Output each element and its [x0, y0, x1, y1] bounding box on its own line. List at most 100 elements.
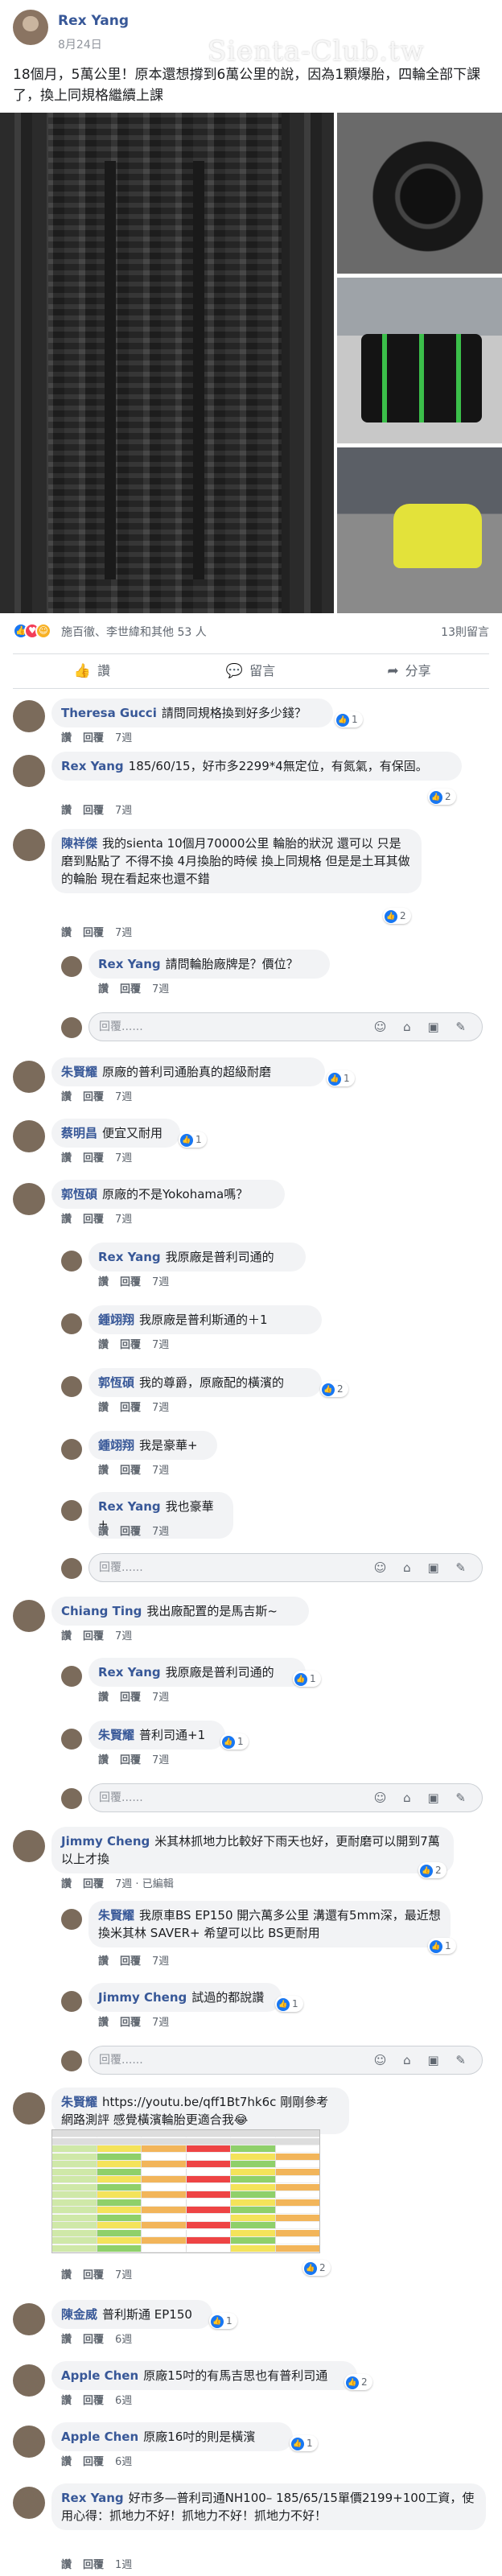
- commenter-avatar[interactable]: [13, 1183, 45, 1215]
- reply-avatar[interactable]: [61, 956, 82, 977]
- commenter-name[interactable]: Rex Yang: [61, 759, 124, 773]
- comment-reaction-badge[interactable]: 👍 1: [290, 2435, 318, 2451]
- comment-reaction-badge[interactable]: 👍 2: [383, 908, 411, 924]
- comment-reply-link[interactable]: 回覆: [83, 2269, 104, 2281]
- share-button[interactable]: ➦ 分享: [330, 654, 488, 688]
- reply-like-link[interactable]: 讚: [98, 1276, 109, 1288]
- reply-reply-link[interactable]: 回覆: [120, 1339, 141, 1351]
- reply-reply-link[interactable]: 回覆: [120, 1465, 141, 1477]
- commenter-avatar[interactable]: [13, 2303, 45, 2335]
- reply-like-link[interactable]: 讚: [98, 983, 109, 995]
- reply-reaction-badge[interactable]: 👍 1: [275, 1996, 303, 2012]
- comment-time[interactable]: 6週: [115, 2395, 132, 2407]
- reply-avatar[interactable]: [61, 1909, 82, 1930]
- reply-name[interactable]: 鍾翊翔: [98, 1313, 134, 1327]
- input-icons[interactable]: ☺ ⌂ ▣ ✎: [374, 1784, 472, 1811]
- reply-avatar[interactable]: [61, 1666, 82, 1687]
- reply-name[interactable]: Jimmy Cheng: [98, 1990, 187, 2005]
- comment-like-link[interactable]: 讚: [61, 2559, 72, 2571]
- comment-time[interactable]: 6週: [115, 2334, 132, 2346]
- comment-like-link[interactable]: 讚: [61, 1214, 72, 1226]
- comment-time[interactable]: 7週 · 已編輯: [115, 1878, 174, 1890]
- tire-comparison-image[interactable]: [51, 2129, 320, 2253]
- reply-avatar[interactable]: [61, 1500, 82, 1521]
- input-icons[interactable]: ☺ ⌂ ▣ ✎: [374, 1013, 472, 1041]
- commenter-avatar[interactable]: [13, 755, 45, 787]
- reply-reply-link[interactable]: 回覆: [120, 1956, 141, 1968]
- reply-name[interactable]: Rex Yang: [98, 1499, 161, 1514]
- commenter-name[interactable]: 蔡明昌: [61, 1126, 97, 1140]
- comment-reply-link[interactable]: 回覆: [83, 2395, 104, 2407]
- reply-input[interactable]: 回覆...... ☺ ⌂ ▣ ✎: [88, 1012, 483, 1041]
- commenter-name[interactable]: 陳祥傑: [61, 836, 97, 851]
- reply-like-link[interactable]: 讚: [98, 1956, 109, 1968]
- comment-count[interactable]: 13則留言: [441, 624, 489, 640]
- commenter-avatar[interactable]: [13, 700, 45, 732]
- comment-reply-link[interactable]: 回覆: [83, 732, 104, 744]
- comment-like-link[interactable]: 讚: [61, 1091, 72, 1103]
- comment-reply-link[interactable]: 回覆: [83, 1152, 104, 1164]
- commenter-avatar[interactable]: [13, 2487, 45, 2519]
- reply-reply-link[interactable]: 回覆: [120, 2017, 141, 2029]
- comment-like-link[interactable]: 讚: [61, 2456, 72, 2468]
- commenter-avatar[interactable]: [13, 1600, 45, 1632]
- comment-reaction-badge[interactable]: 👍 1: [335, 711, 363, 727]
- reply-reaction-badge[interactable]: 👍 1: [220, 1733, 249, 1750]
- comment-like-link[interactable]: 讚: [61, 927, 72, 939]
- photo-spare-tire[interactable]: [337, 113, 502, 274]
- reply-reply-link[interactable]: 回覆: [120, 1754, 141, 1766]
- reply-like-link[interactable]: 讚: [98, 2017, 109, 2029]
- comment-like-link[interactable]: 讚: [61, 2334, 72, 2346]
- reply-reply-link[interactable]: 回覆: [120, 983, 141, 995]
- comment-reaction-badge[interactable]: 👍 2: [428, 789, 456, 805]
- commenter-name[interactable]: 陳金威: [61, 2307, 97, 2322]
- reply-time[interactable]: 7週: [152, 1276, 169, 1288]
- commenter-avatar[interactable]: [13, 829, 45, 861]
- reply-input[interactable]: 回覆...... ☺ ⌂ ▣ ✎: [88, 1553, 483, 1582]
- comment-time[interactable]: 7週: [115, 1214, 132, 1226]
- reply-avatar[interactable]: [61, 1251, 82, 1272]
- reply-like-link[interactable]: 讚: [98, 1465, 109, 1477]
- reply-avatar[interactable]: [61, 1729, 82, 1750]
- comment-like-link[interactable]: 讚: [61, 1152, 72, 1164]
- reply-time[interactable]: 7週: [152, 983, 169, 995]
- photo-tire-tread[interactable]: [0, 113, 334, 613]
- reply-name[interactable]: Rex Yang: [98, 1250, 161, 1264]
- comment-reaction-badge[interactable]: 👍 2: [344, 2374, 372, 2390]
- commenter-avatar[interactable]: [13, 2364, 45, 2397]
- commenter-name[interactable]: Apple Chen: [61, 2368, 138, 2383]
- comment-reply-link[interactable]: 回覆: [83, 1091, 104, 1103]
- reply-avatar[interactable]: [61, 1991, 82, 2012]
- commenter-avatar[interactable]: [13, 1120, 45, 1152]
- reply-time[interactable]: 7週: [152, 1956, 169, 1968]
- commenter-avatar[interactable]: [13, 1061, 45, 1093]
- author-avatar[interactable]: [13, 10, 48, 45]
- commenter-name[interactable]: 郭恆碩: [61, 1187, 97, 1201]
- reply-like-link[interactable]: 讚: [98, 1526, 109, 1538]
- reply-avatar[interactable]: [61, 1376, 82, 1397]
- comment-reply-link[interactable]: 回覆: [83, 1214, 104, 1226]
- photo-car-lift[interactable]: [337, 447, 502, 613]
- commenter-name[interactable]: Theresa Gucci: [61, 706, 157, 720]
- reply-name[interactable]: 朱賢耀: [98, 1728, 134, 1742]
- reply-reply-link[interactable]: 回覆: [120, 1276, 141, 1288]
- reply-time[interactable]: 7週: [152, 1692, 169, 1704]
- comment-like-link[interactable]: 讚: [61, 1630, 72, 1642]
- comment-reaction-badge[interactable]: 👍 2: [302, 2260, 331, 2276]
- reply-time[interactable]: 7週: [152, 2017, 169, 2029]
- reply-input[interactable]: 回覆...... ☺ ⌂ ▣ ✎: [88, 1783, 483, 1812]
- commenter-name[interactable]: Rex Yang: [61, 2491, 124, 2505]
- reply-reply-link[interactable]: 回覆: [120, 1526, 141, 1538]
- comment-time[interactable]: 7週: [115, 1630, 132, 1642]
- post-author-name[interactable]: Rex Yang: [58, 13, 129, 29]
- comment-button[interactable]: 💬 留言: [171, 654, 330, 688]
- commenter-avatar[interactable]: [13, 1830, 45, 1862]
- reaction-names[interactable]: 施百徹、李世緯和其他 53 人: [61, 624, 207, 640]
- comment-reaction-badge[interactable]: 👍 1: [209, 2313, 237, 2329]
- comment-reply-link[interactable]: 回覆: [83, 2334, 104, 2346]
- comment-time[interactable]: 7週: [115, 2269, 132, 2281]
- commenter-name[interactable]: 朱賢耀: [61, 1065, 97, 1079]
- comment-time[interactable]: 1週: [115, 2559, 132, 2571]
- reply-reaction-badge[interactable]: 👍 1: [293, 1671, 321, 1687]
- comment-like-link[interactable]: 讚: [61, 732, 72, 744]
